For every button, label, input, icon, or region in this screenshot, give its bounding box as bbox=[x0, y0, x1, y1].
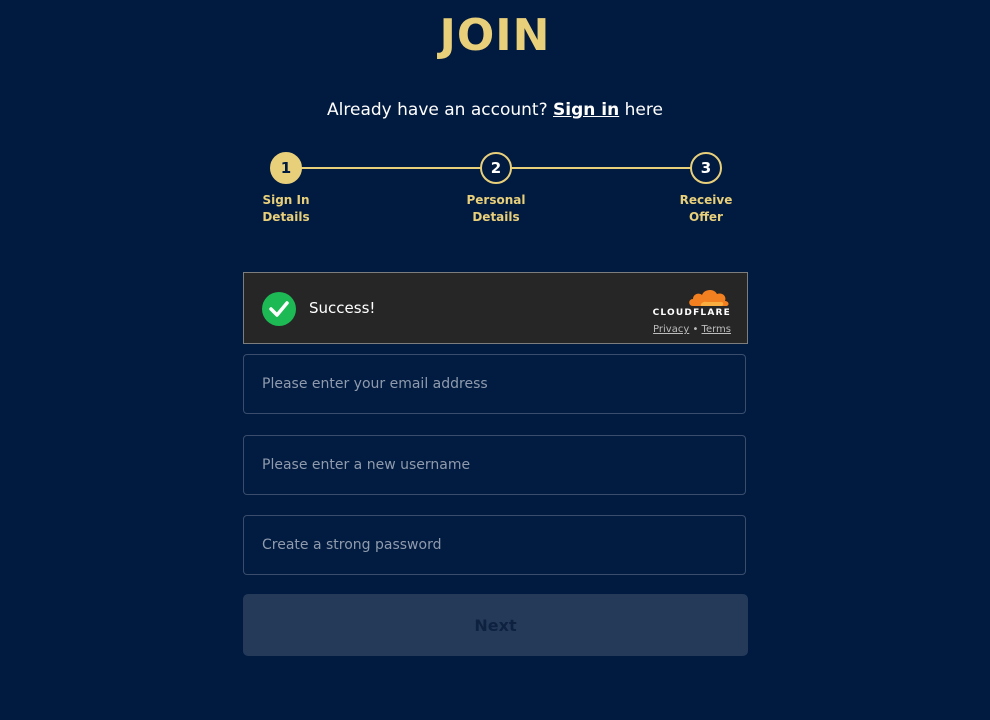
signin-prefix: Already have an account? bbox=[327, 100, 548, 120]
step-number: 1 bbox=[270, 152, 302, 184]
step-label: Personal Details bbox=[466, 193, 526, 224]
step-number: 2 bbox=[480, 152, 512, 184]
step-label: Sign In Details bbox=[262, 193, 310, 224]
signin-suffix: here bbox=[624, 100, 663, 120]
next-button[interactable]: Next bbox=[243, 594, 748, 656]
cloudflare-captcha-widget: Success! CLOUDFLARE Privacy • Terms bbox=[243, 272, 748, 344]
privacy-link[interactable]: Privacy bbox=[653, 324, 689, 335]
captcha-status: Success! bbox=[309, 299, 376, 317]
progress-stepper: 1 Sign In Details 2 Personal Details 3 R… bbox=[243, 152, 748, 232]
password-field[interactable] bbox=[244, 516, 745, 574]
signin-link[interactable]: Sign in bbox=[553, 100, 619, 120]
step-label: Receive Offer bbox=[679, 193, 733, 224]
step-personal-details: 2 Personal Details bbox=[446, 152, 546, 226]
captcha-links: Privacy • Terms bbox=[643, 323, 731, 337]
cloudflare-wordmark: CLOUDFLARE bbox=[652, 308, 731, 318]
username-field-container bbox=[243, 435, 746, 495]
cloudflare-logo: CLOUDFLARE Privacy • Terms bbox=[643, 287, 731, 337]
email-field-container bbox=[243, 354, 746, 414]
success-check-icon bbox=[262, 292, 296, 326]
cloudflare-cloud-icon bbox=[689, 289, 729, 306]
username-field[interactable] bbox=[244, 436, 745, 494]
page-title: JOIN bbox=[439, 10, 551, 61]
step-sign-in-details: 1 Sign In Details bbox=[236, 152, 336, 226]
step-number: 3 bbox=[690, 152, 722, 184]
step-receive-offer: 3 Receive Offer bbox=[656, 152, 756, 226]
terms-link[interactable]: Terms bbox=[702, 324, 731, 335]
link-separator: • bbox=[692, 324, 699, 335]
password-field-container bbox=[243, 515, 746, 575]
email-field[interactable] bbox=[244, 355, 745, 413]
signin-prompt: Already have an account? Sign in here bbox=[0, 98, 990, 122]
